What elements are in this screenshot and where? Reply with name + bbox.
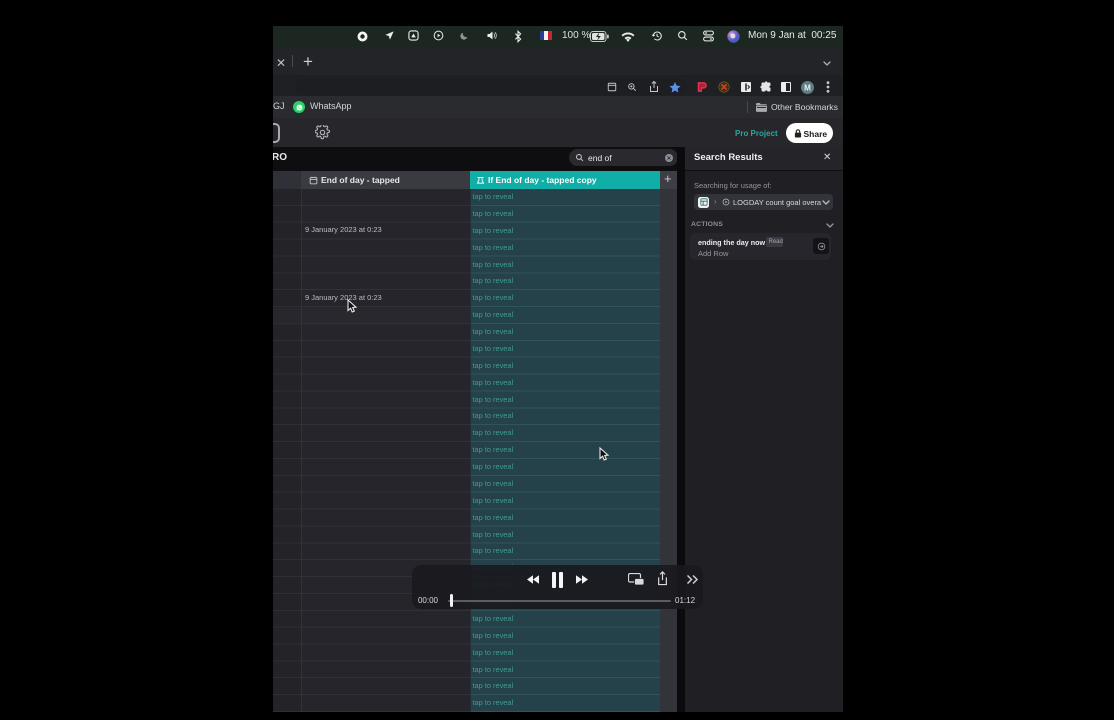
svg-text:M: M (804, 83, 811, 92)
